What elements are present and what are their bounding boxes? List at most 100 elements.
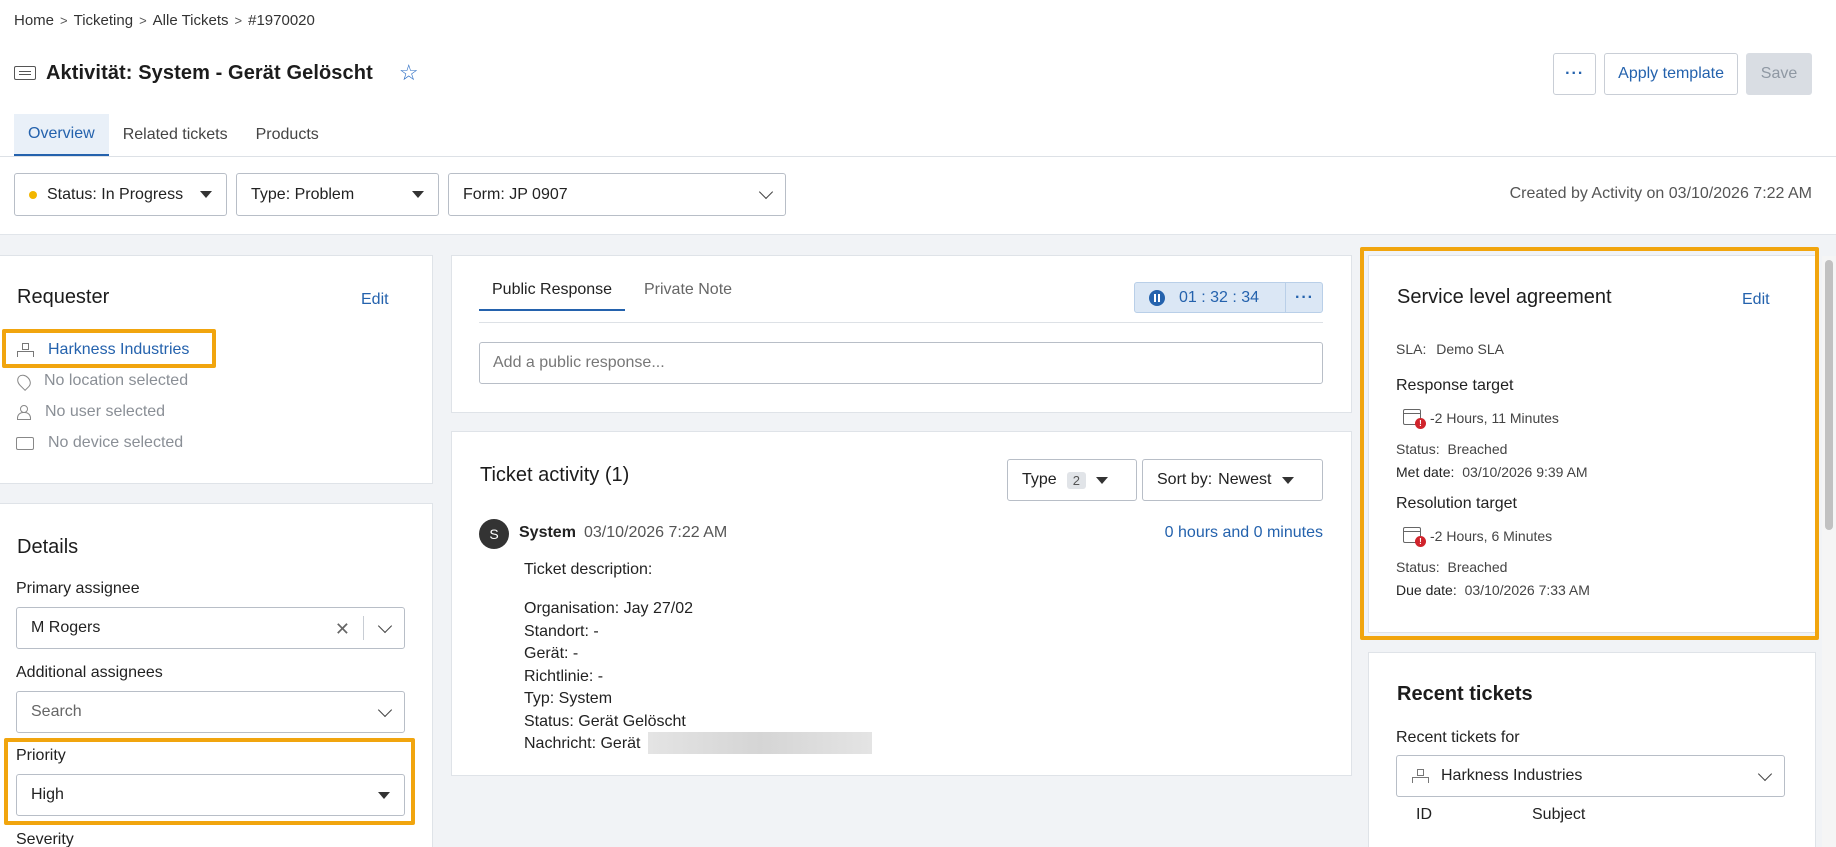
activity-line: Richtlinie: - [524,668,604,685]
header-actions: ··· Apply template Save [1553,53,1812,95]
activity-time: 03/10/2026 7:22 AM [584,524,728,541]
chevron-down-icon [758,184,774,200]
breadcrumb-all-tickets[interactable]: Alle Tickets [153,12,229,29]
recent-tickets-card: Recent tickets [1368,652,1816,847]
tab-products[interactable]: Products [242,114,333,156]
timer-more-button[interactable]: ··· [1295,289,1314,307]
activity-line: Status: Gerät Gelöscht [524,713,686,730]
activity-line: Ticket description: [524,561,653,578]
organisation-icon [1411,769,1429,783]
form-select[interactable]: Form: JP 0907 [448,173,786,216]
divider [363,616,364,640]
title-row: Aktivität: System - Gerät Gelöscht ☆ [14,60,419,86]
activity-line: Nachricht: Gerät [524,735,641,752]
additional-assignees-input[interactable]: Search [16,691,405,733]
sort-label: Sort by: [1157,471,1213,488]
clear-icon[interactable]: ✕ [335,619,350,640]
column-header-subject[interactable]: Subject [1532,806,1585,824]
type-count-badge: 2 [1066,471,1086,489]
chevron-down-icon [377,618,393,633]
chevron-down-icon [377,702,393,717]
scrollbar[interactable] [1822,256,1836,847]
activity-line: Gerät: - [524,645,579,662]
filter-bar: Status: In Progress Type: Problem Form: … [14,173,786,216]
tab-private-note[interactable]: Private Note [644,281,732,309]
highlight-box [4,738,415,825]
user-value: No user selected [45,403,166,420]
created-info: Created by Activity on 03/10/2026 7:22 A… [1509,185,1812,202]
page-title: Aktivität: System - Gerät Gelöscht [46,61,373,84]
response-card [451,255,1352,413]
requester-user[interactable]: No user selected [16,403,165,421]
caret-down-icon [412,191,424,198]
primary-assignee-value: M Rogers [31,619,101,636]
public-response-input[interactable]: Add a public response... [479,342,1323,384]
breadcrumb: Home > Ticketing > Alle Tickets > #1970020 [14,12,315,29]
form-value: Form: JP 0907 [463,185,568,203]
tab-public-response[interactable]: Public Response [479,281,626,311]
ticket-icon [14,66,36,80]
additional-assignees-label: Additional assignees [16,664,163,681]
recent-tickets-for-label: Recent tickets for [1396,729,1520,746]
chevron-down-icon [1757,766,1773,781]
recent-tickets-heading: Recent tickets [1397,683,1533,705]
type-filter-label: Type [1022,471,1057,488]
caret-down-icon [1095,476,1108,484]
details-heading: Details [17,536,79,558]
user-icon [17,404,31,420]
device-value: No device selected [48,434,184,451]
apply-template-button[interactable]: Apply template [1604,53,1738,95]
save-button[interactable]: Save [1746,53,1812,95]
divider [1285,283,1286,312]
activity-line: Organisation: Jay 27/02 [524,600,693,617]
requester-device[interactable]: No device selected [16,434,183,452]
highlight-box [1360,247,1819,640]
redacted-text [648,732,872,754]
type-select[interactable]: Type: Problem [236,173,439,216]
tab-bar: Overview Related tickets Products [14,114,333,156]
additional-assignees-placeholder: Search [31,703,82,720]
pause-icon[interactable] [1149,289,1165,306]
recent-tickets-for-value: Harkness Industries [1441,767,1583,784]
primary-assignee-select[interactable]: M Rogers ✕ [16,607,405,649]
type-filter-button[interactable]: Type 2 [1007,459,1137,501]
highlight-box [2,329,216,368]
sort-button[interactable]: Sort by: Newest [1142,459,1323,501]
status-value: Status: In Progress [47,185,184,203]
primary-assignee-label: Primary assignee [16,580,140,597]
location-value: No location selected [44,372,189,389]
requester-heading: Requester [17,286,110,308]
activity-author: System [519,524,576,541]
timer-value: 01 : 32 : 34 [1179,288,1260,306]
column-header-id[interactable]: ID [1416,806,1432,824]
device-icon [16,436,34,450]
more-button[interactable]: ··· [1553,53,1597,95]
breadcrumb-current: #1970020 [248,12,315,29]
divider [0,156,1836,157]
scrollbar-thumb[interactable] [1825,260,1833,530]
star-icon[interactable]: ☆ [399,60,419,86]
status-dot-icon [29,190,37,199]
type-value: Type: Problem [251,185,355,203]
avatar: S [479,519,509,549]
breadcrumb-ticketing[interactable]: Ticketing [74,12,133,29]
chevron-right-icon: > [60,13,68,28]
requester-edit-link[interactable]: Edit [361,291,389,309]
activity-duration: 0 hours and 0 minutes [1164,524,1323,541]
breadcrumb-home[interactable]: Home [14,12,54,29]
requester-location[interactable]: No location selected [14,371,189,391]
tab-overview[interactable]: Overview [14,114,109,156]
caret-down-icon [200,191,212,198]
location-pin-icon [14,371,34,391]
chevron-right-icon: > [139,13,147,28]
activity-heading: Ticket activity (1) [480,464,630,486]
activity-line: Typ: System [524,690,613,707]
tab-related-tickets[interactable]: Related tickets [109,114,242,156]
status-select[interactable]: Status: In Progress [14,173,227,216]
ticket-timer: 01 : 32 : 34 ··· [1134,282,1323,313]
activity-line: Standort: - [524,623,599,640]
caret-down-icon [1281,476,1294,484]
divider [479,322,1323,323]
sort-value: Newest [1218,471,1272,488]
recent-tickets-for-select[interactable]: Harkness Industries [1396,755,1785,797]
